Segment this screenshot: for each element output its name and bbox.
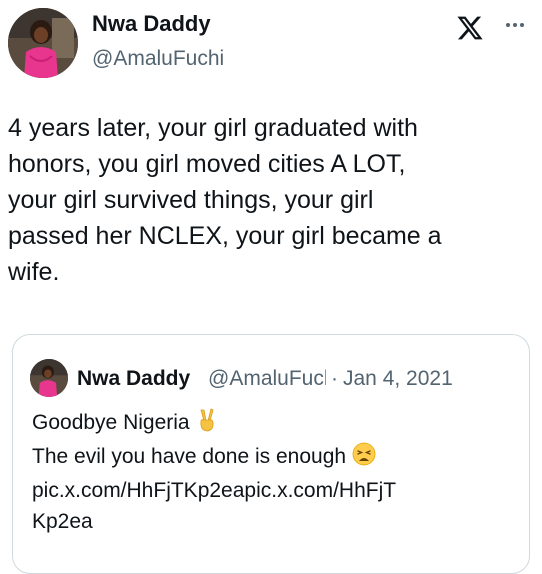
author-handle[interactable]: @AmaluFuchi — [92, 46, 224, 72]
quoted-tweet-link[interactable]: pic.x.com/HhFjTKp2eapic.x.com/HhFjT — [32, 475, 502, 506]
quoted-line: Goodbye Nigeria — [32, 407, 502, 441]
quoted-tweet-date[interactable]: Jan 4, 2021 — [343, 365, 453, 395]
quoted-avatar-photo — [30, 359, 68, 397]
more-dot — [506, 23, 510, 27]
more-dot — [520, 23, 524, 27]
x-logo-icon[interactable] — [456, 14, 484, 42]
quoted-line-text: The evil you have done is enough — [32, 445, 347, 468]
quoted-line-text: Goodbye Nigeria — [32, 411, 190, 434]
header-separator: · — [331, 367, 338, 390]
quoted-tweet-header: Nwa Daddy @AmaluFuchi · Jan 4, 2021 — [77, 365, 527, 395]
author-avatar[interactable] — [8, 8, 78, 78]
quoted-author-display-name[interactable]: Nwa Daddy — [77, 365, 202, 395]
quoted-author-avatar[interactable] — [30, 359, 68, 397]
avatar-photo — [8, 8, 78, 78]
quoted-author-handle[interactable]: @AmaluFuchi — [208, 365, 326, 395]
quoted-tweet-card[interactable]: Nwa Daddy @AmaluFuchi · Jan 4, 2021 Good… — [12, 334, 530, 574]
more-dot — [513, 23, 517, 27]
tweet-text: 4 years later, your girl graduated with … — [8, 114, 442, 286]
weary-face-emoji — [352, 442, 376, 475]
quoted-tweet-link-tail[interactable]: Kp2ea — [32, 506, 502, 537]
author-display-name[interactable]: Nwa Daddy — [92, 10, 211, 38]
victory-hand-emoji — [196, 408, 218, 441]
quoted-tweet-text: Goodbye Nigeria The evil you have done i… — [32, 407, 502, 537]
more-options-icon[interactable] — [498, 12, 532, 38]
quoted-line: The evil you have done is enough — [32, 441, 502, 475]
